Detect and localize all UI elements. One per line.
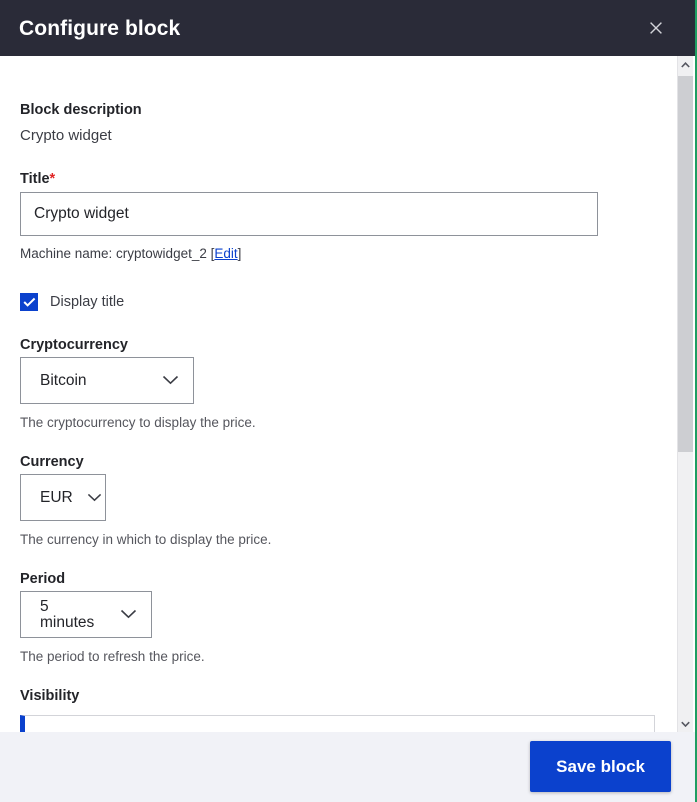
chevron-down-icon — [73, 489, 102, 507]
currency-description: The currency in which to display the pri… — [20, 532, 272, 547]
close-icon[interactable] — [643, 15, 669, 41]
title-label-text: Title — [20, 171, 50, 187]
configure-block-dialog: Configure block Block description Crypto… — [0, 0, 697, 802]
block-description-value: Crypto widget — [20, 127, 112, 144]
title-label: Title* — [20, 171, 55, 188]
currency-select[interactable]: EUR — [20, 474, 106, 521]
vertical-scrollbar[interactable] — [677, 56, 693, 732]
cryptocurrency-label: Cryptocurrency — [20, 337, 128, 353]
visibility-panel[interactable] — [20, 715, 655, 732]
scrollbar-thumb[interactable] — [678, 76, 693, 452]
dialog-footer: Save block — [0, 732, 695, 802]
title-input[interactable] — [20, 192, 598, 236]
display-title-label[interactable]: Display title — [50, 294, 124, 310]
block-description-label: Block description — [20, 102, 142, 118]
required-marker: * — [49, 171, 56, 187]
period-select[interactable]: 5 minutes — [20, 591, 152, 638]
cryptocurrency-value: Bitcoin — [40, 371, 87, 389]
period-label: Period — [20, 571, 66, 587]
dialog-header: Configure block — [0, 0, 695, 56]
dialog-body: Block description Crypto widget Title* M… — [0, 56, 679, 732]
period-value: 5 minutes — [40, 598, 95, 631]
currency-value: EUR — [40, 488, 73, 506]
machine-name-edit-link[interactable]: Edit — [214, 246, 237, 261]
machine-name-prefix: Machine name: cryptowidget_2 [ — [20, 246, 215, 261]
currency-label: Currency — [20, 454, 84, 470]
display-title-checkbox[interactable] — [20, 293, 38, 311]
chevron-up-icon[interactable] — [678, 56, 693, 73]
period-description: The period to refresh the price. — [20, 649, 205, 664]
chevron-down-icon — [106, 606, 137, 624]
cryptocurrency-description: The cryptocurrency to display the price. — [20, 415, 256, 430]
dialog-title: Configure block — [19, 16, 181, 40]
display-title-row: Display title — [20, 291, 124, 313]
save-block-button[interactable]: Save block — [530, 741, 671, 792]
chevron-down-icon[interactable] — [678, 715, 693, 732]
chevron-down-icon — [148, 372, 179, 390]
machine-name: Machine name: cryptowidget_2 [Edit] — [20, 246, 241, 261]
cryptocurrency-select[interactable]: Bitcoin — [20, 357, 194, 404]
machine-name-suffix: ] — [237, 246, 242, 261]
visibility-label: Visibility — [20, 688, 80, 704]
